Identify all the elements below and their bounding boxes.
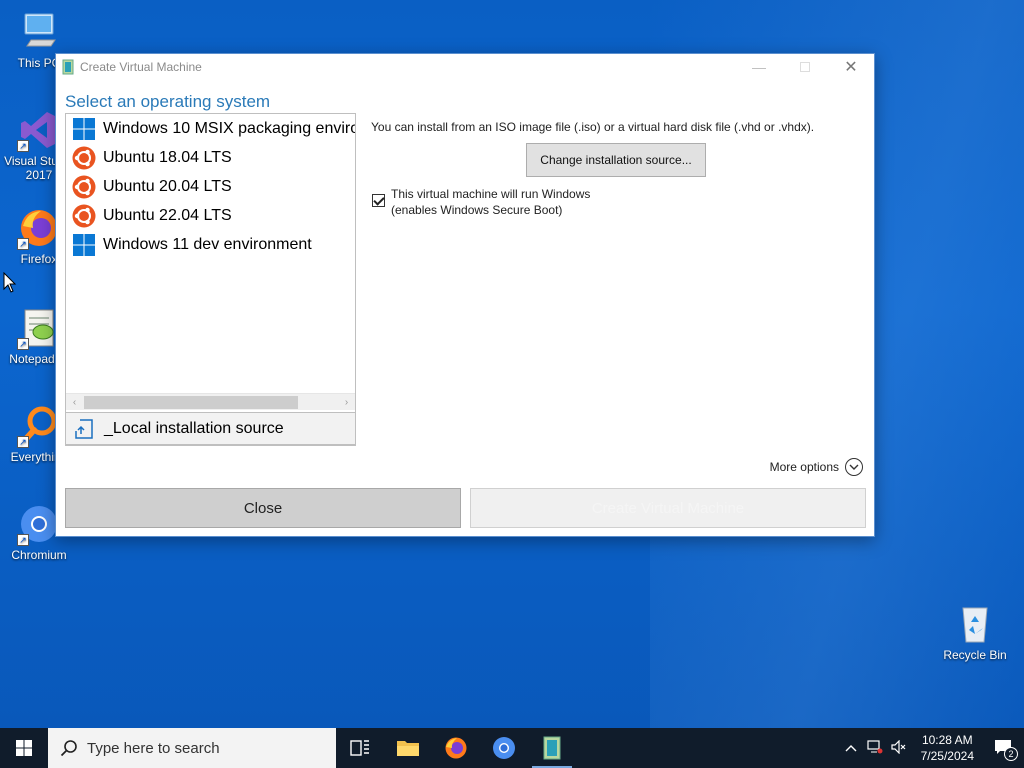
shortcut-arrow-icon: ↗ bbox=[17, 338, 29, 350]
checkbox-sublabel: (enables Windows Secure Boot) bbox=[391, 203, 563, 217]
os-label: Ubuntu 18.04 LTS bbox=[103, 148, 232, 166]
start-button[interactable] bbox=[0, 728, 48, 768]
app-icon bbox=[543, 736, 561, 760]
info-text: You can install from an ISO image file (… bbox=[371, 120, 815, 134]
recycle-bin-icon bbox=[953, 602, 997, 646]
clock[interactable]: 10:28 AM 7/25/2024 bbox=[921, 732, 974, 764]
folder-icon bbox=[397, 741, 419, 756]
maximize-icon bbox=[800, 62, 810, 72]
maximize-button[interactable] bbox=[782, 54, 828, 80]
shortcut-arrow-icon: ↗ bbox=[17, 534, 29, 546]
os-label: Windows 10 MSIX packaging environment bbox=[103, 119, 355, 137]
task-view-button[interactable] bbox=[336, 728, 384, 768]
task-view-icon bbox=[350, 740, 369, 756]
volume-muted-icon[interactable] bbox=[887, 739, 911, 757]
os-list-item[interactable]: Windows 10 MSIX packaging environment bbox=[66, 114, 355, 143]
os-label: Ubuntu 20.04 LTS bbox=[103, 177, 232, 195]
windows-icon bbox=[73, 117, 95, 140]
chromium-icon bbox=[493, 737, 515, 759]
scrollbar-thumb[interactable] bbox=[84, 396, 298, 409]
minimize-button[interactable]: — bbox=[736, 54, 782, 80]
taskbar-search-box[interactable]: Type here to search bbox=[48, 728, 336, 768]
ubuntu-icon bbox=[72, 204, 96, 227]
clock-time: 10:28 AM bbox=[921, 733, 973, 747]
local-installation-source[interactable]: _Local installation source bbox=[65, 412, 356, 445]
close-button[interactable]: Close bbox=[65, 488, 461, 528]
shortcut-arrow-icon: ↗ bbox=[17, 140, 29, 152]
windows-icon bbox=[73, 233, 95, 256]
this-pc-icon bbox=[17, 10, 61, 54]
taskbar-chromium[interactable] bbox=[480, 728, 528, 768]
windows-secure-boot-option[interactable]: This virtual machine will run Windows (e… bbox=[372, 186, 590, 218]
desktop-icon-recycle-bin[interactable]: Recycle Bin bbox=[938, 602, 1012, 662]
desktop-icon-label: Recycle Bin bbox=[943, 648, 1007, 662]
desktop-icon-label: Chromium bbox=[11, 548, 67, 562]
notification-count-badge: 2 bbox=[1004, 747, 1018, 761]
windows-start-icon bbox=[16, 740, 32, 756]
search-icon bbox=[60, 740, 77, 757]
os-label: Ubuntu 22.04 LTS bbox=[103, 206, 232, 224]
action-center-button[interactable]: 2 bbox=[984, 728, 1024, 768]
more-options-button[interactable]: More options bbox=[770, 458, 863, 476]
close-window-button[interactable]: ✕ bbox=[828, 54, 874, 80]
minimize-icon: — bbox=[752, 59, 766, 75]
create-vm-window: Create Virtual Machine — ✕ Select an ope… bbox=[55, 53, 875, 537]
local-source-label: _Local installation source bbox=[104, 419, 284, 437]
chevron-down-icon bbox=[845, 458, 863, 476]
ubuntu-icon bbox=[72, 175, 96, 198]
close-icon: ✕ bbox=[844, 59, 858, 76]
shortcut-arrow-icon: ↗ bbox=[17, 436, 29, 448]
search-placeholder: Type here to search bbox=[87, 739, 220, 757]
secure-boot-checkbox[interactable] bbox=[372, 194, 385, 207]
clock-date: 7/25/2024 bbox=[920, 749, 974, 763]
system-tray: 10:28 AM 7/25/2024 2 bbox=[839, 728, 1024, 768]
taskbar-file-explorer[interactable] bbox=[384, 728, 432, 768]
mouse-cursor-icon bbox=[3, 272, 17, 293]
app-icon bbox=[62, 59, 74, 75]
firefox-icon bbox=[445, 737, 467, 759]
os-list-item[interactable]: Ubuntu 18.04 LTS bbox=[66, 143, 355, 172]
os-list-item[interactable]: Ubuntu 20.04 LTS bbox=[66, 172, 355, 201]
more-options-label: More options bbox=[769, 460, 839, 474]
os-list: Windows 10 MSIX packaging environment Ub… bbox=[65, 113, 356, 446]
os-list-item[interactable]: Ubuntu 22.04 LTS bbox=[66, 201, 355, 230]
section-title: Select an operating system bbox=[65, 92, 271, 111]
scroll-left-icon[interactable]: ‹ bbox=[66, 394, 83, 411]
taskbar-virtual-machine-app[interactable] bbox=[528, 728, 576, 768]
local-source-icon bbox=[75, 418, 93, 439]
create-vm-button[interactable]: Create Virtual Machine bbox=[470, 488, 866, 528]
network-icon[interactable] bbox=[863, 739, 887, 757]
scroll-right-icon[interactable]: › bbox=[338, 394, 355, 411]
window-title: Create Virtual Machine bbox=[80, 60, 202, 74]
taskbar-firefox[interactable] bbox=[432, 728, 480, 768]
ubuntu-icon bbox=[72, 146, 96, 169]
taskbar: Type here to search 10:28 AM 7/25/2024 2 bbox=[0, 728, 1024, 768]
os-list-item[interactable]: Windows 11 dev environment bbox=[66, 230, 355, 259]
checkbox-label: This virtual machine will run Windows bbox=[391, 187, 591, 201]
change-installation-source-button[interactable]: Change installation source... bbox=[526, 143, 706, 177]
horizontal-scrollbar[interactable]: ‹ › bbox=[66, 393, 355, 410]
chevron-up-icon[interactable] bbox=[839, 741, 863, 755]
shortcut-arrow-icon: ↗ bbox=[17, 238, 29, 250]
os-label: Windows 11 dev environment bbox=[103, 235, 312, 253]
